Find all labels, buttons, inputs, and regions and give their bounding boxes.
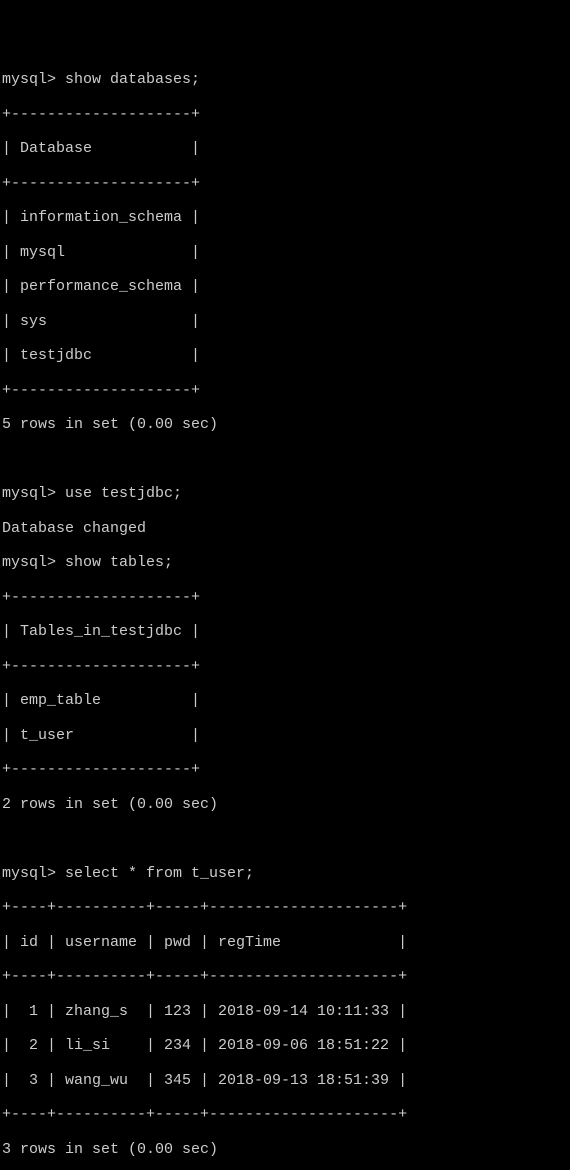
table-border: +--------------------+ — [2, 658, 568, 675]
table-row: | t_user | — [2, 727, 568, 744]
command-show-tables: show tables; — [65, 554, 173, 571]
prompt-line-4: mysql> select * from t_user; — [2, 865, 568, 882]
table-header: | id | username | pwd | regTime | — [2, 934, 568, 951]
table-row: | testjdbc | — [2, 347, 568, 364]
table-row: | 2 | li_si | 234 | 2018-09-06 18:51:22 … — [2, 1037, 568, 1054]
table-border: +--------------------+ — [2, 589, 568, 606]
table-border: +--------------------+ — [2, 761, 568, 778]
result-summary: 5 rows in set (0.00 sec) — [2, 416, 568, 433]
table-border: +--------------------+ — [2, 106, 568, 123]
table-border: +----+----------+-----+-----------------… — [2, 1106, 568, 1123]
table-border: +--------------------+ — [2, 175, 568, 192]
table-border: +--------------------+ — [2, 382, 568, 399]
blank-line — [2, 451, 568, 468]
mysql-prompt: mysql> — [2, 554, 65, 571]
table-border: +----+----------+-----+-----------------… — [2, 899, 568, 916]
result-summary: 2 rows in set (0.00 sec) — [2, 796, 568, 813]
command-select-tuser: select * from t_user; — [65, 865, 254, 882]
result-summary: 3 rows in set (0.00 sec) — [2, 1141, 568, 1158]
db-changed-msg: Database changed — [2, 520, 568, 537]
mysql-prompt: mysql> — [2, 865, 65, 882]
table-row: | 3 | wang_wu | 345 | 2018-09-13 18:51:3… — [2, 1072, 568, 1089]
table-row: | performance_schema | — [2, 278, 568, 295]
command-use-testjdbc: use testjdbc; — [65, 485, 182, 502]
table-row: | 1 | zhang_s | 123 | 2018-09-14 10:11:3… — [2, 1003, 568, 1020]
table-row: | sys | — [2, 313, 568, 330]
blank-line — [2, 830, 568, 847]
prompt-line-3: mysql> show tables; — [2, 554, 568, 571]
table-header: | Tables_in_testjdbc | — [2, 623, 568, 640]
table-row: | emp_table | — [2, 692, 568, 709]
mysql-prompt: mysql> — [2, 485, 65, 502]
table-row: | information_schema | — [2, 209, 568, 226]
command-show-databases: show databases; — [65, 71, 200, 88]
table-border: +----+----------+-----+-----------------… — [2, 968, 568, 985]
prompt-line-1: mysql> show databases; — [2, 71, 568, 88]
table-row: | mysql | — [2, 244, 568, 261]
mysql-prompt: mysql> — [2, 71, 65, 88]
table-header: | Database | — [2, 140, 568, 157]
prompt-line-2: mysql> use testjdbc; — [2, 485, 568, 502]
